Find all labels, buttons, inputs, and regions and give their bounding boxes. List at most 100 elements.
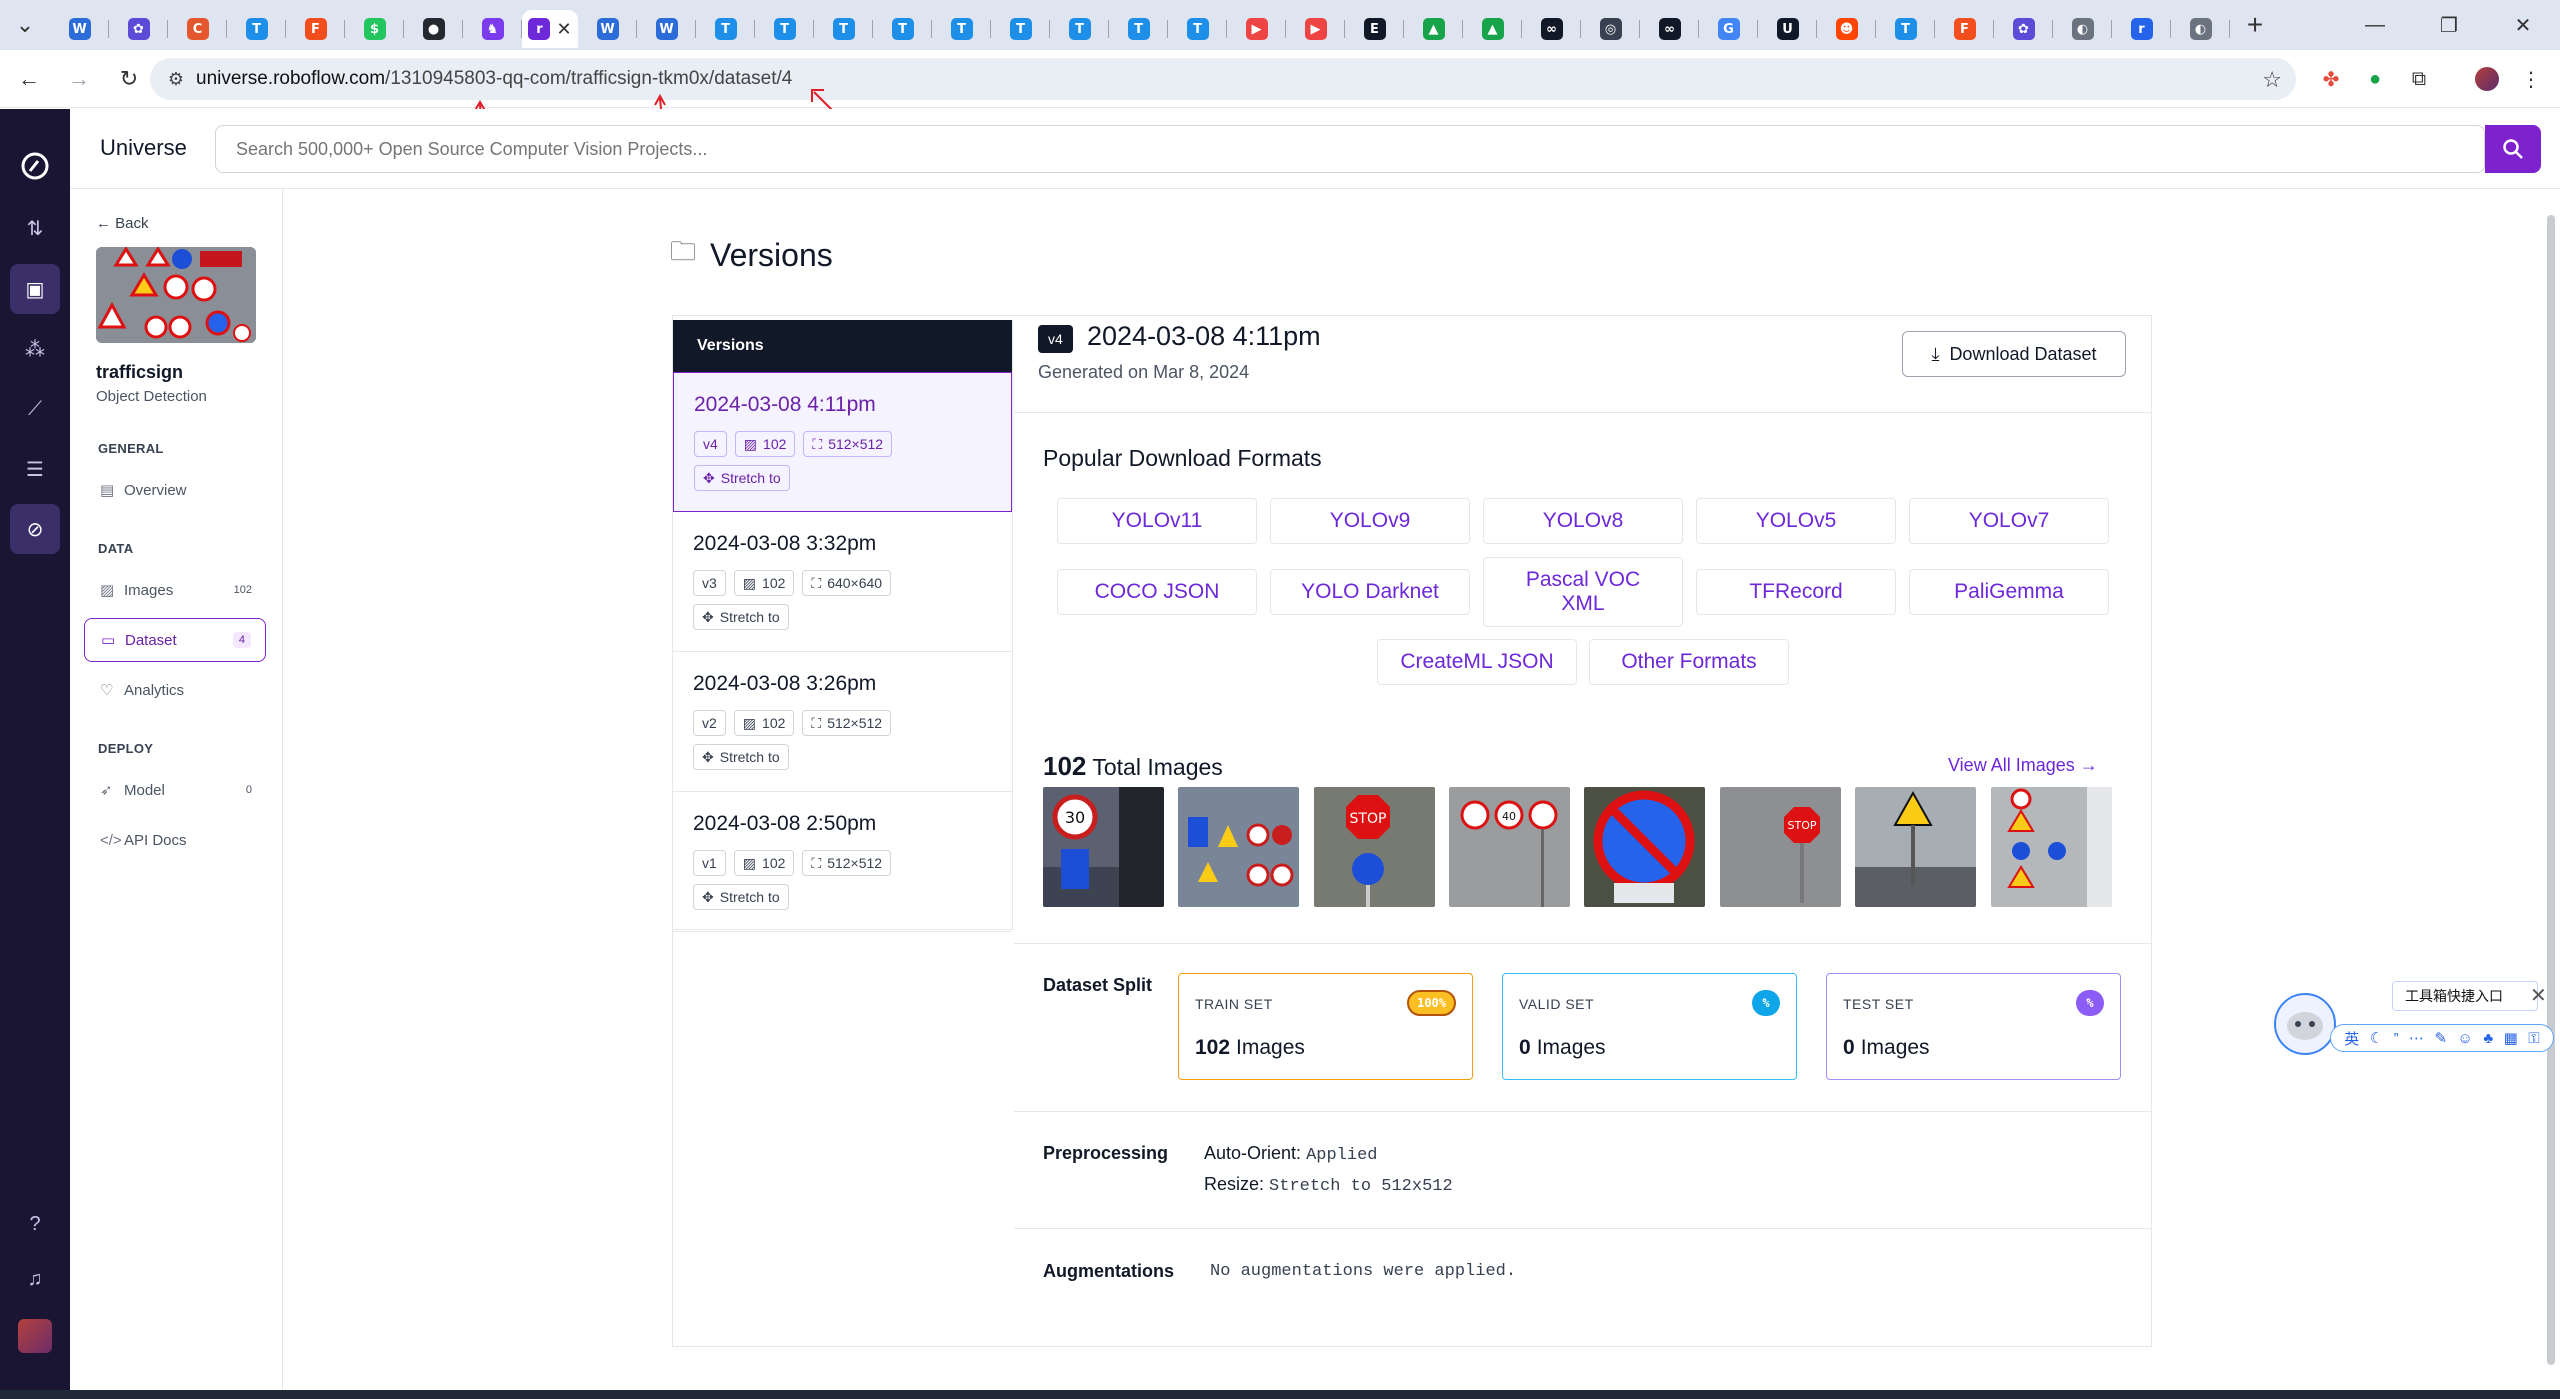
quote-icon[interactable]: ”	[2394, 1030, 2399, 1047]
server-icon[interactable]: ☰	[10, 444, 60, 494]
image-thumbnail[interactable]	[1991, 787, 2112, 907]
browser-tab[interactable]: ▲	[1404, 10, 1463, 48]
browser-tab[interactable]: T	[991, 10, 1050, 48]
browser-tab[interactable]: T	[1050, 10, 1109, 48]
ime-close-icon[interactable]: ✕	[2530, 983, 2547, 1008]
browser-menu-icon[interactable]: ⋮	[2516, 64, 2546, 94]
format-button[interactable]: YOLOv8	[1483, 498, 1683, 544]
browser-tab[interactable]: ▶	[1227, 10, 1286, 48]
nav-item-api-docs[interactable]: </> API Docs	[84, 818, 266, 862]
bell-icon[interactable]: ♫	[10, 1254, 60, 1304]
format-button[interactable]: Other Formats	[1589, 639, 1789, 685]
browser-tab[interactable]: G	[1699, 10, 1758, 48]
download-dataset-button[interactable]: ⤓ Download Dataset	[1902, 331, 2126, 377]
extension-green-icon[interactable]: ●	[2360, 64, 2390, 94]
ime-robot-icon[interactable]	[2274, 993, 2336, 1055]
format-button[interactable]: YOLOv5	[1696, 498, 1896, 544]
brand-title[interactable]: Universe	[100, 135, 187, 161]
browser-tab[interactable]: T	[1109, 10, 1168, 48]
help-icon[interactable]: ?	[10, 1199, 60, 1249]
browser-tab[interactable]: T	[873, 10, 932, 48]
browser-tab[interactable]: T	[755, 10, 814, 48]
image-thumbnail[interactable]: 30	[1043, 787, 1164, 907]
browser-tab[interactable]: W	[578, 10, 637, 48]
format-button[interactable]: TFRecord	[1696, 569, 1896, 615]
browser-tab[interactable]: W	[637, 10, 696, 48]
browser-tab[interactable]: T	[932, 10, 991, 48]
browser-tab[interactable]: ◎	[1581, 10, 1640, 48]
inbox-icon[interactable]: ▣	[10, 264, 60, 314]
format-button[interactable]: YOLOv9	[1270, 498, 1470, 544]
browser-tab[interactable]: T	[814, 10, 873, 48]
emoji-icon[interactable]: ☺	[2458, 1030, 2473, 1047]
site-info-icon[interactable]: ⚙	[156, 69, 196, 90]
version-list-item[interactable]: 2024-03-08 3:32pm v3 ▨ 102 ⛶ 640×640 ✥ Stretch …	[673, 512, 1012, 652]
nav-item-model[interactable]: ➶ Model 0	[84, 768, 266, 812]
image-thumbnail[interactable]	[1178, 787, 1299, 907]
version-list-item[interactable]: 2024-03-08 4:11pm v4 ▨ 102 ⛶ 512×512 ✥ Stretch …	[673, 372, 1012, 512]
format-button[interactable]: CreateML JSON	[1377, 639, 1577, 685]
format-button[interactable]: Pascal VOC XML	[1483, 557, 1683, 627]
scrollbar-thumb[interactable]	[2547, 215, 2555, 1365]
view-all-images-link[interactable]: View All Images →	[1948, 755, 2098, 776]
image-thumbnail[interactable]: STOP	[1314, 787, 1435, 907]
extensions-puzzle-icon[interactable]: ⧉	[2404, 64, 2434, 94]
browser-tab[interactable]: T	[227, 10, 286, 48]
format-button[interactable]: YOLO Darknet	[1270, 569, 1470, 615]
ime-lang-toggle[interactable]: 英	[2344, 1028, 2359, 1049]
image-thumbnail[interactable]: STOP	[1720, 787, 1841, 907]
ime-toolbox-tooltip[interactable]: 工具箱快捷入口	[2392, 981, 2538, 1011]
lock-icon[interactable]: ⚿	[2528, 1030, 2539, 1047]
browser-tab[interactable]: r ✕	[522, 10, 578, 48]
version-list-item[interactable]: 2024-03-08 3:26pm v2 ▨ 102 ⛶ 512×512 ✥ Stretch …	[673, 652, 1012, 792]
ellipsis-icon[interactable]: ⋯	[2409, 1029, 2424, 1047]
browser-tab[interactable]: F	[286, 10, 345, 48]
grid-icon[interactable]: ▦	[2504, 1029, 2518, 1047]
browser-tab[interactable]: $	[345, 10, 404, 48]
user-avatar[interactable]	[18, 1319, 52, 1353]
image-thumbnail[interactable]	[1584, 787, 1705, 907]
browser-tab[interactable]: T	[696, 10, 755, 48]
minimize-icon[interactable]: —	[2338, 0, 2412, 50]
nav-item-analytics[interactable]: ♡ Analytics	[84, 668, 266, 712]
image-thumbnail[interactable]: 40	[1449, 787, 1570, 907]
workflow-icon[interactable]: ⁂	[10, 324, 60, 374]
browser-tab[interactable]: ✿	[109, 10, 168, 48]
browser-tab[interactable]: F	[1935, 10, 1994, 48]
browser-tab[interactable]: ∞	[1522, 10, 1581, 48]
image-thumbnail[interactable]	[1855, 787, 1976, 907]
browser-tab[interactable]: ▶	[1286, 10, 1345, 48]
browser-tab[interactable]: E	[1345, 10, 1404, 48]
search-button[interactable]	[2485, 125, 2541, 173]
browser-tab[interactable]: ●	[404, 10, 463, 48]
universe-compass-icon[interactable]: ⊘	[10, 504, 60, 554]
tab-close-icon[interactable]: ✕	[556, 19, 571, 40]
page-scrollbar[interactable]	[2544, 195, 2556, 1385]
version-list-item[interactable]: 2024-03-08 2:50pm v1 ▨ 102 ⛶ 512×512 ✥ Stretch …	[673, 792, 1012, 932]
browser-tab[interactable]: W	[50, 10, 109, 48]
browser-tab[interactable]: T	[1168, 10, 1227, 48]
format-button[interactable]: YOLOv7	[1909, 498, 2109, 544]
browser-tab[interactable]: r	[2112, 10, 2171, 48]
address-bar[interactable]: ⚙ universe.roboflow.com/1310945803-qq-co…	[150, 58, 2296, 100]
browser-tab[interactable]: ▲	[1463, 10, 1522, 48]
forward-arrow-icon[interactable]: →	[58, 58, 100, 100]
nav-item-overview[interactable]: ▤ Overview	[84, 468, 266, 512]
back-link[interactable]: ← Back	[96, 215, 149, 232]
format-button[interactable]: COCO JSON	[1057, 569, 1257, 615]
wrench-icon[interactable]: ✎	[2435, 1029, 2448, 1047]
moon-icon[interactable]: ☾	[2370, 1029, 2383, 1047]
analytics-icon[interactable]: ⟋	[10, 384, 60, 434]
extension-pinwheel-icon[interactable]: ✤	[2316, 64, 2346, 94]
browser-tab[interactable]: ✿	[1994, 10, 2053, 48]
reload-icon[interactable]: ↻	[108, 58, 150, 100]
new-tab-button[interactable]: +	[2230, 0, 2280, 50]
format-button[interactable]: YOLOv11	[1057, 498, 1257, 544]
browser-tab[interactable]: ♞	[463, 10, 522, 48]
browser-tab[interactable]: ◐	[2171, 10, 2230, 48]
close-window-icon[interactable]: ✕	[2486, 0, 2560, 50]
profile-avatar[interactable]	[2472, 64, 2502, 94]
format-button[interactable]: PaliGemma	[1909, 569, 2109, 615]
nav-item-images[interactable]: ▨ Images 102	[84, 568, 266, 612]
shirt-icon[interactable]: ♣	[2483, 1030, 2493, 1047]
